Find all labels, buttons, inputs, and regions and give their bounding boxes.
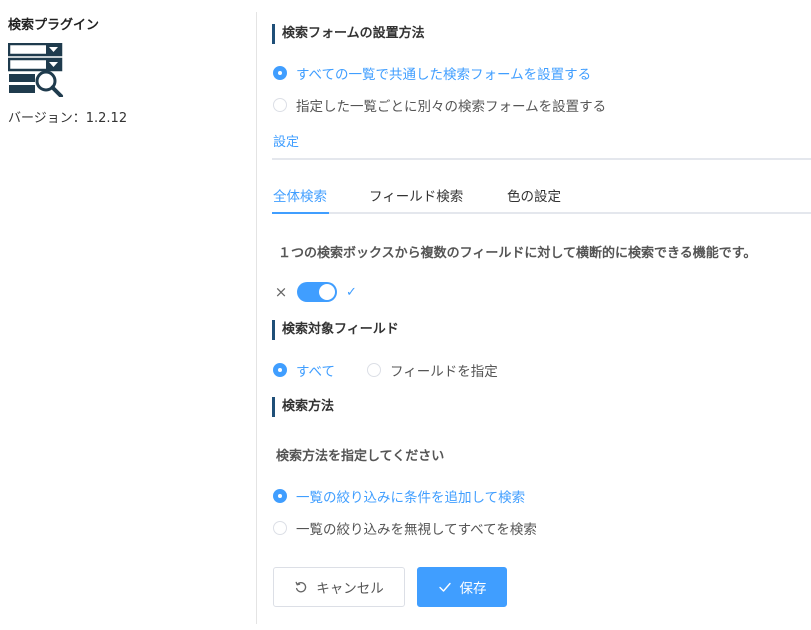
search-list-logo-icon	[8, 43, 63, 97]
target-fields-option-all[interactable]: すべて	[273, 360, 335, 380]
global-search-description: １つの検索ボックスから複数のフィールドに対して横断的に検索できる機能です。	[278, 246, 757, 261]
cancel-button-label: キャンセル	[316, 581, 384, 597]
search-method-option-add-condition[interactable]: 一覧の絞り込みに条件を追加して検索	[273, 486, 525, 506]
tab-settings[interactable]: 設定	[273, 131, 299, 150]
radio-label: すべて	[296, 364, 336, 380]
plugin-version: バージョン：1.2.12	[8, 111, 128, 126]
search-method-instruction: 検索方法を指定してください	[276, 449, 445, 464]
radio-label: 一覧の絞り込みを無視してすべてを検索	[296, 522, 537, 538]
global-search-toggle-row: × ✓	[274, 282, 357, 302]
radio-unchecked[interactable]	[367, 363, 381, 377]
radio-label: フィールドを指定	[390, 364, 498, 380]
sub-tabs: 全体検索 フィールド検索 色の設定	[272, 176, 811, 214]
radio-checked[interactable]	[273, 489, 287, 503]
radio-checked[interactable]	[273, 363, 287, 377]
tab-field-search[interactable]: フィールド検索	[369, 185, 463, 205]
radio-label: すべての一覧で共通した検索フォームを設置する	[296, 67, 592, 83]
radio-unchecked[interactable]	[273, 521, 287, 535]
active-tab-indicator	[272, 212, 329, 214]
cancel-button[interactable]: キャンセル	[273, 567, 405, 607]
radio-checked[interactable]	[273, 66, 287, 80]
sidebar: 検索プラグイン バージョン：1.2.12	[0, 0, 256, 630]
toggle-on-icon: ✓	[346, 284, 357, 300]
vertical-divider	[256, 12, 257, 624]
radio-label: 一覧の絞り込みに条件を追加して検索	[296, 490, 526, 506]
target-fields-heading: 検索対象フィールド	[272, 320, 399, 340]
form-setup-option-common[interactable]: すべての一覧で共通した検索フォームを設置する	[273, 63, 591, 83]
form-setup-heading: 検索フォームの設置方法	[272, 24, 425, 44]
undo-icon	[295, 581, 307, 593]
form-setup-option-separate[interactable]: 指定した一覧ごとに別々の検索フォームを設置する	[273, 95, 606, 115]
check-icon	[438, 582, 451, 592]
plugin-title: 検索プラグイン	[8, 18, 100, 33]
tab-global-search[interactable]: 全体検索	[273, 185, 327, 205]
main-tabs: 設定	[272, 124, 811, 160]
radio-unchecked[interactable]	[273, 98, 287, 112]
toggle-off-icon: ×	[274, 283, 288, 301]
toggle-knob	[319, 284, 335, 300]
tab-color-settings[interactable]: 色の設定	[507, 185, 561, 205]
global-search-toggle[interactable]	[297, 282, 337, 302]
radio-label: 指定した一覧ごとに別々の検索フォームを設置する	[296, 99, 607, 115]
search-method-option-ignore-filter[interactable]: 一覧の絞り込みを無視してすべてを検索	[273, 518, 537, 538]
save-button-label: 保存	[459, 581, 487, 597]
save-button[interactable]: 保存	[417, 567, 507, 607]
target-fields-option-specify[interactable]: フィールドを指定	[367, 360, 498, 380]
search-method-heading: 検索方法	[272, 397, 334, 417]
